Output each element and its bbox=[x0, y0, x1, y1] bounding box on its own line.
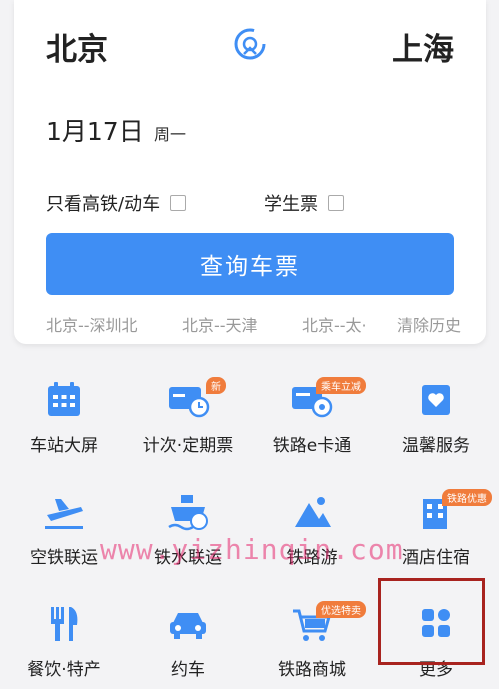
student-ticket-checkbox[interactable] bbox=[328, 195, 344, 211]
ticket-search-card: 北京 上海 1月17日 周一 只看高铁/动车 学生票 查询车票 北京--深圳北 … bbox=[14, 0, 486, 344]
plane-icon bbox=[45, 499, 83, 529]
car-icon bbox=[170, 613, 206, 639]
service-label: 约车 bbox=[171, 660, 205, 680]
service-badge: 新 bbox=[206, 377, 226, 394]
search-tickets-button[interactable]: 查询车票 bbox=[46, 233, 454, 295]
heart-box-icon bbox=[422, 385, 450, 415]
highspeed-only-option[interactable]: 只看高铁/动车 bbox=[46, 190, 187, 216]
service-care[interactable]: 温馨服务 bbox=[374, 365, 498, 465]
service-badge: 优选特卖 bbox=[316, 601, 366, 618]
student-ticket-label: 学生票 bbox=[264, 194, 318, 215]
ship-icon bbox=[168, 495, 208, 531]
to-city[interactable]: 上海 bbox=[392, 24, 454, 69]
service-multi-ride-ticket[interactable]: 新 计次·定期票 bbox=[126, 365, 250, 465]
service-station-screen[interactable]: 车站大屏 bbox=[2, 365, 126, 465]
service-label: 温馨服务 bbox=[402, 436, 470, 456]
history-item[interactable]: 北京--太· bbox=[302, 312, 367, 336]
service-car-hailing[interactable]: 约车 bbox=[126, 589, 250, 689]
history-item[interactable]: 北京--深圳北 bbox=[46, 312, 138, 336]
service-badge: 铁路优惠 bbox=[442, 489, 492, 506]
mountain-icon bbox=[295, 497, 331, 527]
watermark-text: www.yizhinqin.com bbox=[100, 533, 404, 566]
service-label: 铁路商城 bbox=[278, 660, 346, 680]
ticket-card-icon bbox=[169, 387, 210, 418]
service-railway-ecard[interactable]: 乘车立减 铁路e卡通 bbox=[250, 365, 374, 465]
swap-cities-icon[interactable] bbox=[232, 26, 268, 62]
service-rail-mall[interactable]: 优选特卖 铁路商城 bbox=[250, 589, 374, 689]
from-city[interactable]: 北京 bbox=[46, 24, 108, 69]
student-ticket-option[interactable]: 学生票 bbox=[264, 190, 344, 216]
service-label: 铁路e卡通 bbox=[272, 436, 352, 456]
service-label: 餐饮·特产 bbox=[27, 660, 101, 680]
service-badge: 乘车立减 bbox=[316, 377, 366, 394]
clear-history-link[interactable]: 清除历史 bbox=[397, 312, 461, 336]
travel-date[interactable]: 1月17日 bbox=[46, 112, 144, 148]
service-label: 车站大屏 bbox=[30, 436, 98, 456]
service-label: 计次·定期票 bbox=[142, 436, 234, 456]
highspeed-only-label: 只看高铁/动车 bbox=[46, 194, 161, 215]
calendar-icon bbox=[48, 382, 80, 416]
more-highlight-frame bbox=[378, 578, 485, 665]
fork-knife-icon bbox=[51, 607, 78, 641]
history-item[interactable]: 北京--天津 bbox=[182, 312, 258, 336]
weekday-label: 周一 bbox=[154, 125, 187, 144]
service-dining[interactable]: 餐饮·特产 bbox=[2, 589, 126, 689]
highspeed-only-checkbox[interactable] bbox=[170, 195, 187, 211]
